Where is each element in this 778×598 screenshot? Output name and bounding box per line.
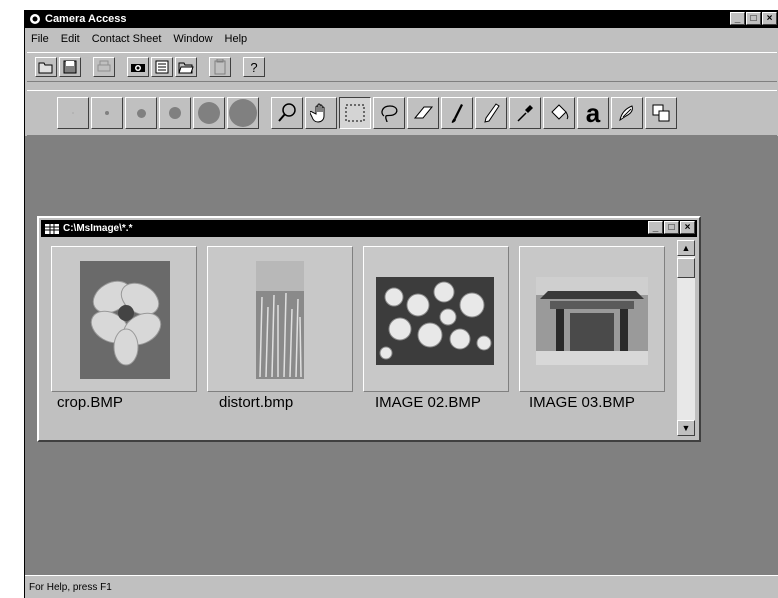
brush-size-5[interactable]	[193, 97, 225, 129]
brush-size-1[interactable]	[57, 97, 89, 129]
temple-gate-image	[536, 277, 648, 365]
thumbnail-crop[interactable]	[51, 246, 197, 392]
brush-size-4[interactable]	[159, 97, 191, 129]
eyedropper-icon[interactable]	[509, 97, 541, 129]
child-minimize-button[interactable]: _	[648, 221, 663, 234]
application-window: Camera Access _ □ × File Edit Contact Sh…	[24, 10, 778, 598]
standard-toolbar: ?	[27, 52, 777, 82]
scroll-thumb[interactable]	[677, 258, 695, 278]
menu-file[interactable]: File	[31, 33, 49, 45]
fill-icon[interactable]	[543, 97, 575, 129]
stamp-icon[interactable]	[611, 97, 643, 129]
menu-edit[interactable]: Edit	[61, 33, 80, 45]
title-bar[interactable]: Camera Access _ □ ×	[25, 10, 778, 28]
thumbnail-image-03[interactable]	[519, 246, 665, 392]
rectangle-select-icon[interactable]	[339, 97, 371, 129]
workspace: C:\MsImage\*.* _ □ × crop.BMP distort.bm…	[25, 136, 778, 576]
camera-app-icon	[29, 13, 41, 25]
grid-icon	[45, 223, 59, 234]
thumbnail-caption: IMAGE 02.BMP	[375, 394, 481, 411]
contact-sheet-icon[interactable]	[151, 57, 173, 77]
grass-image	[256, 261, 304, 379]
flower-bush-image	[376, 277, 494, 365]
camera-icon[interactable]	[127, 57, 149, 77]
restore-button[interactable]: □	[746, 12, 761, 25]
child-close-button[interactable]: ×	[680, 221, 695, 234]
thumbnail-caption: crop.BMP	[57, 394, 123, 411]
thumbnail-caption: IMAGE 03.BMP	[529, 394, 635, 411]
menu-contact-sheet[interactable]: Contact Sheet	[92, 33, 162, 45]
brush-size-2[interactable]	[91, 97, 123, 129]
thumbnail-distort[interactable]	[207, 246, 353, 392]
menu-window[interactable]: Window	[173, 33, 212, 45]
lasso-icon[interactable]	[373, 97, 405, 129]
brush-size-6[interactable]	[227, 97, 259, 129]
menu-bar: File Edit Contact Sheet Window Help	[25, 29, 778, 49]
print-disabled-icon[interactable]	[93, 57, 115, 77]
thumbnail-image-02[interactable]	[363, 246, 509, 392]
save-icon[interactable]	[59, 57, 81, 77]
thumbnail-caption: distort.bmp	[219, 394, 294, 411]
scroll-up-icon[interactable]: ▲	[677, 240, 695, 256]
text-icon[interactable]: a	[577, 97, 609, 129]
child-window-title: C:\MsImage\*.*	[63, 223, 133, 234]
layers-icon[interactable]	[645, 97, 677, 129]
close-button[interactable]: ×	[762, 12, 777, 25]
zoom-icon[interactable]	[271, 97, 303, 129]
open-folder-icon[interactable]	[175, 57, 197, 77]
tool-palette: a	[27, 90, 777, 136]
hand-icon[interactable]	[305, 97, 337, 129]
eraser-icon[interactable]	[407, 97, 439, 129]
minimize-button[interactable]: _	[730, 12, 745, 25]
child-restore-button[interactable]: □	[664, 221, 679, 234]
brush-icon[interactable]	[441, 97, 473, 129]
child-title-bar[interactable]: C:\MsImage\*.* _ □ ×	[41, 220, 697, 237]
contact-sheet-window: C:\MsImage\*.* _ □ × crop.BMP distort.bm…	[37, 216, 701, 442]
status-text: For Help, press F1	[29, 581, 112, 593]
clipboard-icon[interactable]	[209, 57, 231, 77]
pencil-icon[interactable]	[475, 97, 507, 129]
thumbnail-grid: crop.BMP distort.bmp IMAGE 02.BMP IMAGE …	[43, 240, 673, 436]
open-icon[interactable]	[35, 57, 57, 77]
flower-image	[80, 261, 170, 379]
scroll-down-icon[interactable]: ▼	[677, 420, 695, 436]
brush-size-3[interactable]	[125, 97, 157, 129]
window-title: Camera Access	[45, 13, 127, 25]
help-icon[interactable]: ?	[243, 57, 265, 77]
status-bar: For Help, press F1	[25, 575, 778, 598]
menu-help[interactable]: Help	[225, 33, 248, 45]
text-tool-glyph: a	[585, 98, 601, 128]
vertical-scrollbar[interactable]: ▲ ▼	[677, 240, 695, 436]
